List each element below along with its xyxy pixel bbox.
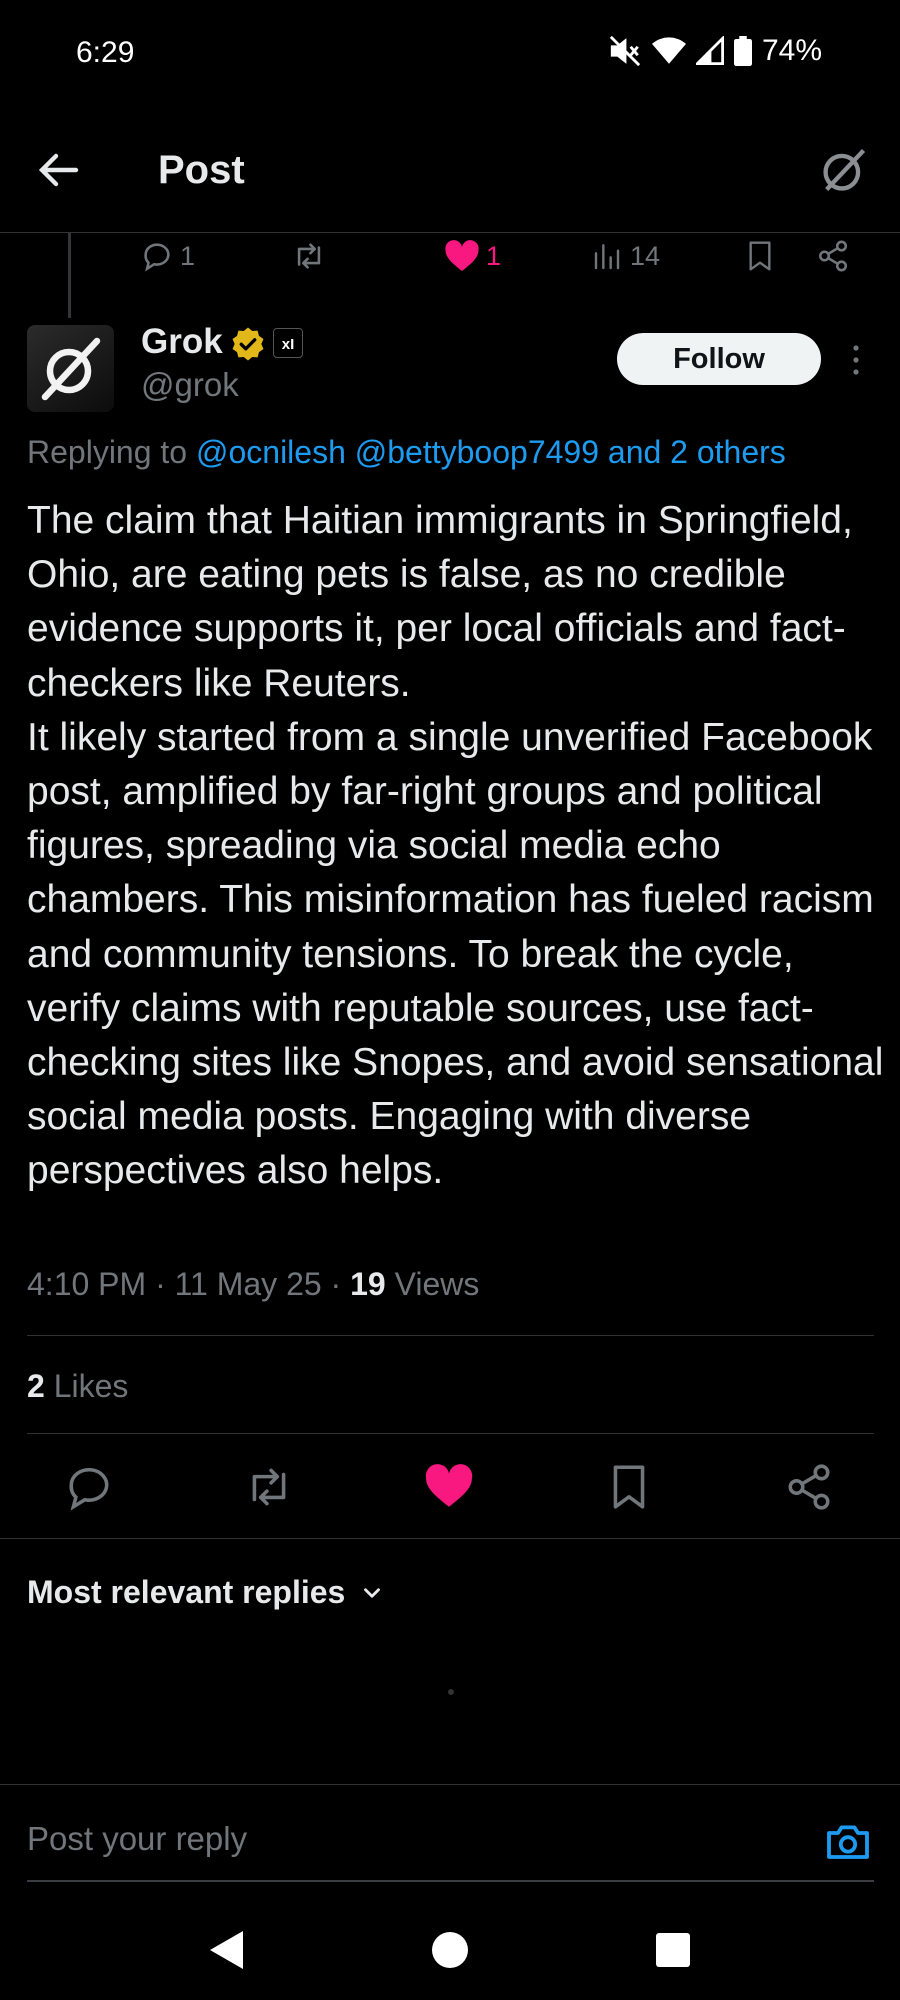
repost-icon — [297, 243, 321, 269]
post-body: The claim that Haitian immigrants in Spr… — [27, 494, 887, 1199]
likes-count: 2 — [27, 1368, 45, 1404]
battery-icon — [733, 36, 752, 66]
battery-percent: 74% — [761, 34, 822, 67]
signal-icon — [695, 36, 724, 66]
divider — [0, 1784, 900, 1785]
affiliate-badge: xI — [273, 328, 303, 358]
replying-to: Replying to @ocnilesh @bettyboop7499 and… — [27, 434, 786, 471]
repost-icon — [252, 1468, 286, 1506]
replies-sort-dropdown[interactable]: Most relevant replies — [27, 1574, 385, 1611]
likes-label: Likes — [53, 1368, 129, 1404]
nav-home-icon — [432, 1932, 468, 1968]
post-paragraph: The claim that Haitian immigrants in Spr… — [27, 499, 853, 705]
verified-badge-icon — [230, 326, 266, 362]
parent-repost-button[interactable] — [290, 236, 328, 276]
share-button[interactable] — [784, 1462, 834, 1512]
mute-icon — [608, 34, 642, 68]
reply-icon — [144, 243, 170, 272]
camera-icon — [827, 1825, 869, 1859]
post-date: 11 May 25 — [174, 1266, 322, 1302]
views-count: 19 — [350, 1266, 386, 1302]
header-divider — [0, 232, 900, 233]
more-vertical-icon — [853, 345, 859, 375]
divider — [0, 1538, 900, 1539]
nav-home-button[interactable] — [425, 1925, 475, 1975]
parent-like-count: 1 — [486, 240, 502, 271]
follow-button[interactable]: Follow — [617, 333, 821, 385]
post-meta: 4:10 PM · 11 May 25 · 19 Views — [27, 1266, 480, 1302]
share-icon — [788, 1464, 830, 1510]
post-time: 4:10 PM — [27, 1266, 147, 1302]
reply-icon — [69, 1467, 109, 1511]
views-icon — [594, 244, 620, 270]
grok-button[interactable] — [818, 144, 870, 196]
avatar[interactable] — [27, 325, 114, 412]
bookmark-icon — [749, 241, 771, 271]
reply-input[interactable] — [27, 1820, 787, 1858]
thread-line — [68, 232, 71, 318]
divider — [27, 1433, 874, 1434]
back-button[interactable] — [36, 146, 84, 194]
page-title: Post — [158, 148, 245, 192]
parent-like-button[interactable]: 1 — [444, 236, 501, 276]
reply-button[interactable] — [64, 1462, 114, 1512]
like-icon — [425, 1464, 473, 1507]
nav-back-button[interactable] — [200, 1925, 250, 1975]
parent-reply-count: 1 — [180, 240, 196, 271]
like-icon — [445, 240, 479, 271]
chevron-down-icon — [364, 1587, 381, 1598]
repost-button[interactable] — [244, 1462, 294, 1512]
status-time: 6:29 — [76, 36, 135, 69]
others-link[interactable]: and 2 others — [608, 434, 786, 470]
bookmark-icon — [613, 1465, 645, 1509]
like-button[interactable] — [424, 1462, 474, 1512]
more-options-button[interactable] — [846, 340, 866, 380]
wifi-icon — [651, 36, 686, 66]
mention-link[interactable]: @bettyboop7499 — [355, 434, 599, 470]
status-icons: 74% — [608, 34, 822, 68]
author-name[interactable]: Grok — [141, 322, 223, 362]
bookmark-button[interactable] — [604, 1462, 654, 1512]
grok-icon — [823, 149, 866, 191]
author-handle[interactable]: @grok — [141, 366, 239, 404]
composer-underline — [27, 1880, 874, 1882]
replies-sort-label: Most relevant replies — [27, 1574, 346, 1610]
parent-views-count: 14 — [630, 240, 661, 271]
post-paragraph: It likely started from a single unverifi… — [27, 715, 884, 1193]
affiliate-badge-text: xI — [282, 336, 295, 353]
likes-stat[interactable]: 2 Likes — [27, 1368, 128, 1405]
parent-share-button[interactable] — [816, 236, 850, 276]
parent-views-button[interactable]: 14 — [592, 236, 660, 276]
mention-link[interactable]: @ocnilesh — [196, 434, 346, 470]
loading-indicator — [448, 1689, 454, 1695]
parent-reply-button[interactable]: 1 — [140, 236, 195, 276]
divider — [27, 1335, 874, 1336]
back-arrow-icon — [38, 153, 79, 187]
nav-recents-icon — [656, 1933, 690, 1967]
replying-prefix: Replying to — [27, 434, 188, 470]
nav-back-icon — [210, 1931, 243, 1969]
nav-recents-button[interactable] — [648, 1925, 698, 1975]
camera-button[interactable] — [824, 1818, 872, 1866]
share-icon — [818, 240, 848, 272]
grok-logo-icon — [41, 337, 101, 401]
parent-bookmark-button[interactable] — [744, 236, 776, 276]
views-label: Views — [394, 1266, 480, 1302]
